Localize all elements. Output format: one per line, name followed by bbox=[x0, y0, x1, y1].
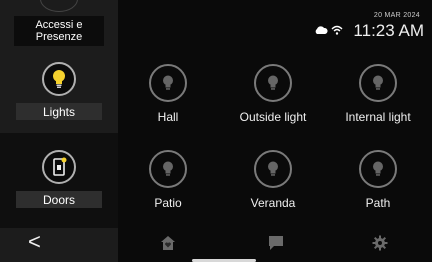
light-label: Outside light bbox=[239, 110, 307, 124]
sidebar-item-accessi-presenze[interactable]: Accessi e Presenze bbox=[14, 16, 104, 46]
light-tile-patio[interactable]: Patio bbox=[118, 150, 218, 210]
back-button[interactable]: < bbox=[28, 230, 41, 254]
light-label: Patio bbox=[154, 196, 182, 210]
header: 20 MAR 2024 11:23 AM bbox=[118, 0, 432, 44]
sidebar-item-label: Accessi e Presenze bbox=[35, 19, 83, 43]
cloud-icon bbox=[314, 22, 328, 40]
light-tile-veranda[interactable]: Veranda bbox=[223, 150, 323, 210]
lightbulb-icon bbox=[268, 161, 278, 176]
chat-icon[interactable] bbox=[268, 235, 284, 256]
home-icon[interactable] bbox=[160, 235, 176, 256]
light-tile-internal[interactable]: Internal light bbox=[328, 64, 428, 124]
chevron-left-icon: < bbox=[28, 229, 41, 254]
sidebar-item-label: Doors bbox=[16, 191, 102, 208]
lightbulb-icon bbox=[163, 161, 173, 176]
light-tile-hall[interactable]: Hall bbox=[118, 64, 218, 124]
date-label: 20 MAR 2024 bbox=[373, 12, 420, 19]
lightbulb-icon bbox=[268, 75, 278, 90]
light-toggle[interactable] bbox=[149, 64, 187, 102]
sidebar-item-lights[interactable]: Lights bbox=[0, 46, 118, 141]
time-label: 11:23 AM bbox=[353, 21, 424, 40]
status-icons bbox=[314, 22, 343, 40]
wifi-icon bbox=[331, 22, 343, 40]
lightbulb-icon bbox=[373, 161, 383, 176]
sidebar: Accessi e Presenze Lights Doors < bbox=[0, 0, 118, 262]
lightbulb-icon bbox=[42, 62, 76, 96]
light-tile-outside[interactable]: Outside light bbox=[223, 64, 323, 124]
scroll-hint-arc bbox=[40, 0, 78, 12]
lightbulb-icon bbox=[163, 75, 173, 90]
door-lock-icon bbox=[42, 150, 76, 184]
sidebar-item-label: Lights bbox=[16, 103, 102, 120]
light-label: Internal light bbox=[345, 110, 411, 124]
light-toggle[interactable] bbox=[254, 64, 292, 102]
light-toggle[interactable] bbox=[254, 150, 292, 188]
light-label: Hall bbox=[157, 110, 179, 124]
light-toggle[interactable] bbox=[359, 64, 397, 102]
settings-icon[interactable] bbox=[372, 235, 388, 256]
light-label: Veranda bbox=[250, 196, 296, 210]
sidebar-item-doors[interactable]: Doors bbox=[0, 133, 118, 228]
light-tile-path[interactable]: Path bbox=[328, 150, 428, 210]
light-label: Path bbox=[365, 196, 391, 210]
light-toggle[interactable] bbox=[149, 150, 187, 188]
lightbulb-icon bbox=[373, 75, 383, 90]
light-toggle[interactable] bbox=[359, 150, 397, 188]
